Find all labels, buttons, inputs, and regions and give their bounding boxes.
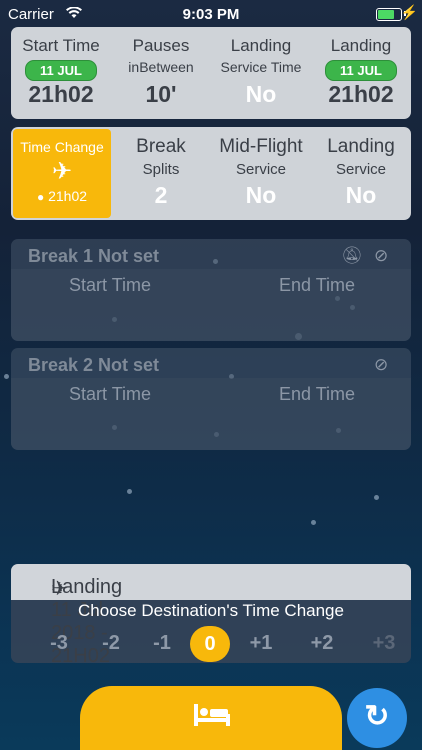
bell-off-icon[interactable]: 🔕︎: [341, 246, 363, 266]
break-2-title: Break 2 Not set: [28, 355, 160, 375]
landing-label: Landing: [330, 36, 392, 55]
charging-icon: ⚡: [400, 4, 418, 20]
sleep-button[interactable]: [80, 686, 342, 750]
landing-service-sub: Service Time: [220, 59, 302, 75]
mid-flight-cell[interactable]: Mid-Flight Service No: [211, 127, 311, 220]
summary-card: Start Time 11 JUL 21h02 Pauses inBetween…: [11, 27, 411, 119]
pauses-value: 10': [145, 81, 177, 107]
landing-panel-subtitle: Choose Destination's Time Change: [78, 601, 344, 620]
landing-service-opt-label: Landing: [327, 136, 395, 157]
bed-icon: [192, 700, 232, 735]
background-dot: [127, 489, 132, 494]
mid-flight-sub: Service: [235, 161, 287, 178]
landing-service-value: No: [245, 81, 277, 107]
tz-option-minus3[interactable]: -3: [39, 632, 79, 655]
time-change-label: Time Change: [20, 139, 104, 155]
landing-service-opt-value: No: [345, 182, 377, 208]
options-card: Time Change ✈ ● 21h02 Break Splits 2 Mid…: [11, 127, 411, 220]
start-time-cell[interactable]: Start Time 11 JUL 21h02: [11, 27, 111, 119]
break-1-title: Break 1 Not set: [28, 246, 160, 266]
break-1-start-time[interactable]: Start Time: [69, 275, 151, 296]
tz-option-minus1[interactable]: -1: [142, 632, 182, 655]
tz-option-plus3[interactable]: +3: [364, 632, 404, 655]
status-bar: Carrier 9:03 PM ⚡: [0, 0, 422, 28]
refresh-button[interactable]: ↻: [347, 688, 407, 748]
pauses-cell[interactable]: Pauses inBetween 10': [111, 27, 211, 119]
tz-option-0-selected[interactable]: 0: [190, 626, 230, 662]
landing-panel: ✈ Landing 11 Jul 2018 - 21H02 Choose Des…: [11, 564, 411, 667]
pauses-label: Pauses: [132, 36, 190, 55]
start-time-label: Start Time: [22, 36, 100, 55]
landing-date-badge: 11 JUL: [325, 60, 397, 81]
landing-service-opt-sub: Service: [335, 161, 387, 178]
break-splits-cell[interactable]: Break Splits 2: [111, 127, 211, 220]
battery-icon: [376, 8, 402, 21]
break-2-start-time[interactable]: Start Time: [69, 384, 151, 405]
ban-icon[interactable]: ⊘: [374, 246, 388, 266]
tz-option-minus2[interactable]: -2: [91, 632, 131, 655]
landing-panel-header: ✈ Landing 11 Jul 2018 - 21H02: [11, 564, 411, 667]
break-splits-value: 2: [154, 182, 168, 208]
background-dot: [374, 495, 379, 500]
break-label: Break: [136, 136, 186, 157]
background-dot: [311, 520, 316, 525]
globe-icon: ●: [36, 190, 45, 204]
break-sub: Splits: [142, 161, 180, 178]
landing-service-time-cell[interactable]: Landing Service Time No: [211, 27, 311, 119]
landing-cell[interactable]: Landing 11 JUL 21h02: [311, 27, 411, 119]
pauses-sub: inBetween: [128, 59, 194, 75]
tz-option-plus2[interactable]: +2: [302, 632, 342, 655]
break-1-card[interactable]: Break 1 Not set 🔕︎ ⊘ Start Time End Time: [11, 239, 411, 341]
time-change-button[interactable]: Time Change ✈ ● 21h02: [13, 129, 111, 218]
start-date-badge: 11 JUL: [25, 60, 97, 81]
break-1-end-time[interactable]: End Time: [279, 275, 355, 296]
mid-flight-value: No: [245, 182, 277, 208]
break-2-card[interactable]: Break 2 Not set ⊘ Start Time End Time: [11, 348, 411, 450]
plane-icon: ✈: [51, 158, 73, 185]
tz-option-plus1[interactable]: +1: [241, 632, 281, 655]
refresh-icon: ↻: [364, 700, 390, 733]
clock: 9:03 PM: [182, 6, 240, 23]
time-change-value: 21h02: [48, 188, 88, 204]
time-change-selector: -3 -2 -1 0 +1 +2 +3: [11, 626, 411, 662]
landing-service-cell[interactable]: Landing Service No: [311, 127, 411, 220]
break-2-end-time[interactable]: End Time: [279, 384, 355, 405]
mid-flight-label: Mid-Flight: [219, 136, 303, 157]
start-time-value: 21h02: [28, 81, 94, 107]
landing-service-label: Landing: [230, 36, 292, 55]
landing-time-value: 21h02: [328, 81, 394, 107]
ban-icon[interactable]: ⊘: [374, 355, 388, 375]
background-dot: [4, 374, 9, 379]
